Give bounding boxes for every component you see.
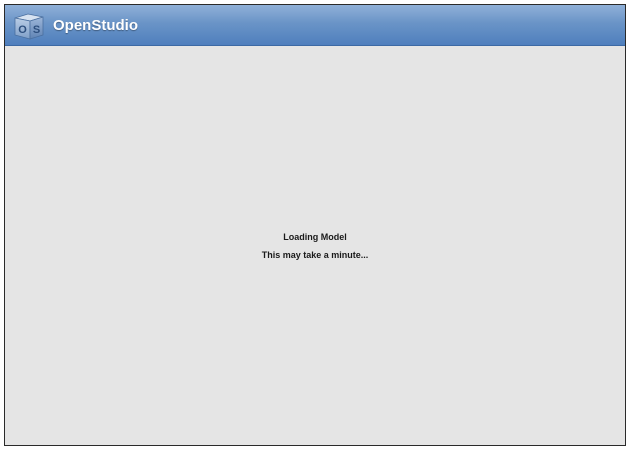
loading-message: This may take a minute... — [261, 250, 369, 260]
application-window: O S OpenStudio Loading Model This may ta… — [4, 4, 626, 446]
svg-text:O: O — [18, 24, 27, 36]
openstudio-logo-icon: O S — [13, 13, 45, 40]
svg-text:S: S — [33, 24, 40, 36]
loading-indicator: Loading Model This may take a minute... — [5, 228, 625, 264]
title-bar[interactable]: O S OpenStudio — [5, 5, 625, 46]
main-content: Loading Model This may take a minute... — [5, 46, 625, 445]
loading-title: Loading Model — [283, 232, 347, 242]
app-title: OpenStudio — [53, 17, 138, 34]
